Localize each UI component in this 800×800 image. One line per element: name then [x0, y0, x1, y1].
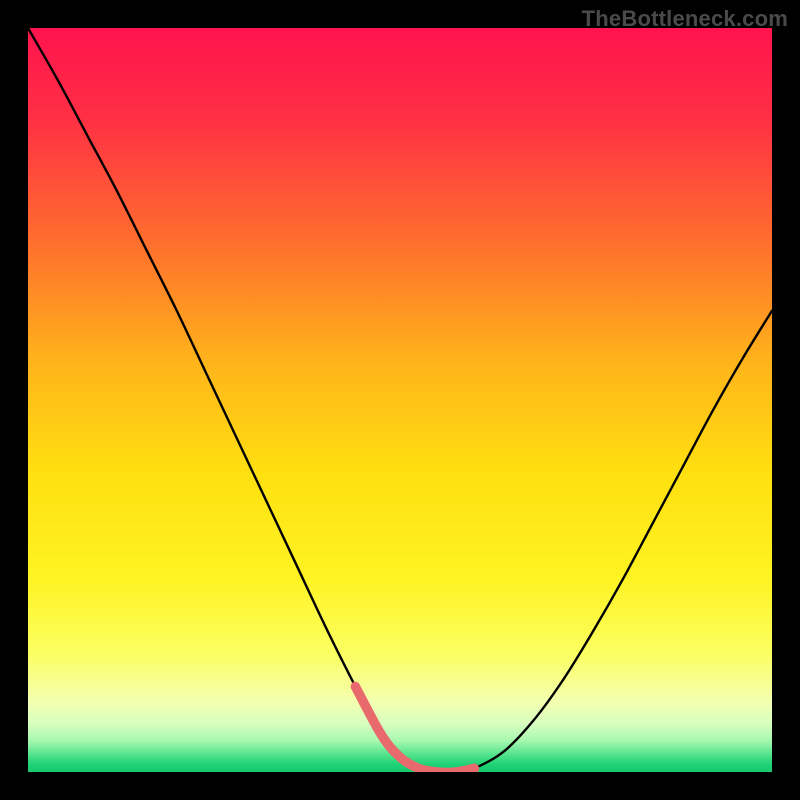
bottleneck-curve-highlight: [355, 686, 474, 772]
plot-area: [28, 28, 772, 772]
chart-frame: TheBottleneck.com: [0, 0, 800, 800]
curve-layer: [28, 28, 772, 772]
bottleneck-curve: [28, 28, 772, 772]
